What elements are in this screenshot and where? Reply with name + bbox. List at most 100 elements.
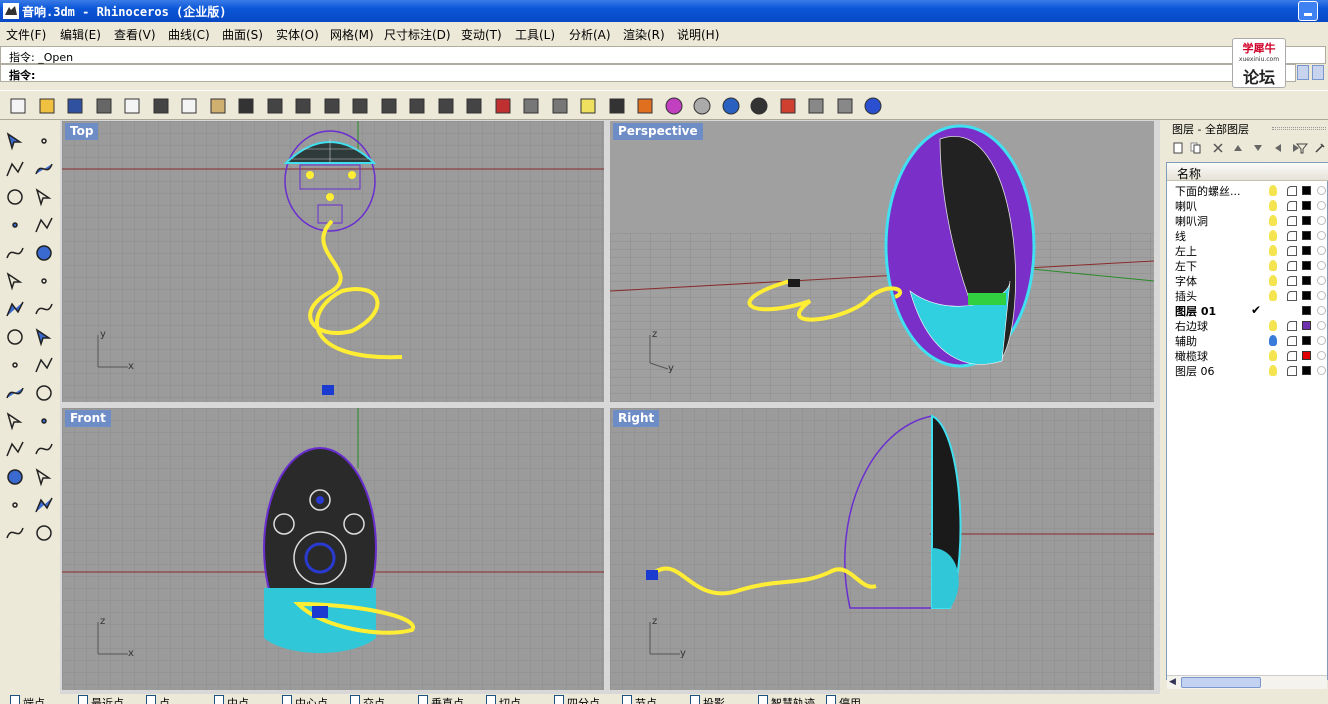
rhino-app-icon[interactable] (3, 3, 19, 19)
viewport-right[interactable]: z y Right (610, 408, 1154, 690)
material-circle-icon[interactable] (1317, 261, 1326, 270)
osnap-checkbox[interactable] (758, 695, 768, 704)
select-arrow-icon[interactable] (4, 130, 26, 152)
light-bulb-icon[interactable] (1269, 230, 1277, 241)
osnap-5[interactable]: 交点 (350, 695, 385, 704)
zoom-selected-icon[interactable] (407, 96, 427, 116)
menu-item-3[interactable]: 曲线(C) (168, 26, 210, 43)
sphere-icon[interactable] (33, 298, 55, 320)
osnap-checkbox[interactable] (418, 695, 428, 704)
open-icon[interactable] (37, 96, 57, 116)
layer-color-swatch[interactable] (1302, 246, 1311, 255)
zoom-extents-icon[interactable] (379, 96, 399, 116)
layer-row[interactable]: 辅助 (1167, 333, 1328, 348)
rotate-3d-icon[interactable] (4, 438, 26, 460)
ellipse-icon[interactable] (33, 186, 55, 208)
select-icon[interactable] (835, 96, 855, 116)
arc-icon[interactable] (4, 214, 26, 236)
osnap-12[interactable]: 停用 (826, 695, 861, 704)
lock-icon[interactable] (1287, 186, 1297, 196)
rectangle-icon[interactable] (33, 214, 55, 236)
viewport-label-top[interactable]: Top (65, 123, 99, 140)
command-scroll-button[interactable] (1312, 65, 1324, 80)
pan-icon[interactable] (265, 96, 285, 116)
menu-item-9[interactable]: 工具(L) (515, 26, 555, 43)
grid-plane-icon[interactable] (521, 96, 541, 116)
layer-row[interactable]: 插头 (1167, 288, 1328, 303)
join-icon[interactable] (33, 382, 55, 404)
osnap-3[interactable]: 中点 (214, 695, 249, 704)
paste-icon[interactable] (208, 96, 228, 116)
command-line[interactable]: 指令: (0, 64, 1296, 82)
layer-color-swatch[interactable] (1302, 276, 1311, 285)
light-bulb-icon[interactable] (578, 96, 598, 116)
help-icon[interactable] (863, 96, 883, 116)
lock-icon[interactable] (1287, 336, 1297, 346)
material-circle-icon[interactable] (1317, 291, 1326, 300)
print-icon[interactable] (94, 96, 114, 116)
layer-color-swatch[interactable] (1302, 216, 1311, 225)
mirror-icon[interactable] (33, 494, 55, 516)
zoom-dynamic-icon[interactable] (322, 96, 342, 116)
menu-item-12[interactable]: 说明(H) (677, 26, 719, 43)
cylinder-icon[interactable] (4, 326, 26, 348)
delete-layer-icon[interactable] (1212, 142, 1224, 154)
layer-icon[interactable] (635, 96, 655, 116)
car-icon[interactable] (493, 96, 513, 116)
new-sublayer-icon[interactable] (1190, 142, 1202, 154)
minimize-button[interactable] (1298, 1, 1318, 21)
light-bulb-icon[interactable] (1269, 185, 1277, 196)
material-circle-icon[interactable] (1317, 366, 1326, 375)
light-bulb-icon[interactable] (1269, 260, 1277, 271)
layer-name[interactable]: 下面的螺丝... (1175, 183, 1241, 199)
split-icon[interactable] (4, 382, 26, 404)
osnap-checkbox[interactable] (282, 695, 292, 704)
menu-item-5[interactable]: 实体(O) (276, 26, 319, 43)
layer-row[interactable]: 字体 (1167, 273, 1328, 288)
material-circle-icon[interactable] (1317, 231, 1326, 240)
point-icon[interactable] (33, 130, 55, 152)
layer-color-swatch[interactable] (1302, 306, 1311, 315)
shaded-sphere-icon[interactable] (749, 96, 769, 116)
surface-corner-icon[interactable] (4, 270, 26, 292)
scroll-left-icon[interactable]: ◀ (1169, 677, 1176, 687)
four-viewports-icon[interactable] (464, 96, 484, 116)
layer-row[interactable]: 下面的螺丝... (1167, 183, 1328, 198)
material-circle-icon[interactable] (1317, 321, 1326, 330)
lock-icon[interactable] (1287, 351, 1297, 361)
osnap-6[interactable]: 垂直点 (418, 695, 464, 704)
viewport-label-perspective[interactable]: Perspective (613, 123, 703, 140)
scale-icon[interactable] (33, 466, 55, 488)
layer-name[interactable]: 左下 (1175, 258, 1197, 274)
material-circle-icon[interactable] (1317, 336, 1326, 345)
osnap-1[interactable]: 最近点 (78, 695, 124, 704)
layer-name[interactable]: 橄榄球 (1175, 348, 1208, 364)
lock-icon[interactable] (1287, 276, 1297, 286)
scroll-thumb[interactable] (1181, 677, 1261, 688)
osnap-checkbox[interactable] (10, 695, 20, 704)
layer-name[interactable]: 图层 06 (1175, 363, 1215, 379)
box-icon[interactable] (4, 298, 26, 320)
block-icon[interactable] (4, 522, 26, 544)
osnap-checkbox[interactable] (78, 695, 88, 704)
filter-icon[interactable] (1296, 142, 1308, 154)
light-bulb-icon[interactable] (1269, 320, 1277, 331)
osnap-10[interactable]: 投影 (690, 695, 725, 704)
new-icon[interactable] (8, 96, 28, 116)
layer-row[interactable]: 喇叭洞 (1167, 213, 1328, 228)
layer-color-swatch[interactable] (1302, 201, 1311, 210)
rotate-view-icon[interactable] (293, 96, 313, 116)
panel-grip[interactable] (1272, 127, 1326, 130)
osnap-checkbox[interactable] (486, 695, 496, 704)
layer-name[interactable]: 线 (1175, 228, 1186, 244)
menu-item-7[interactable]: 尺寸标注(D) (384, 26, 451, 43)
settings-gear-icon[interactable] (806, 96, 826, 116)
layer-row[interactable]: 图层 01 ✔ (1167, 303, 1328, 318)
light-bulb-icon[interactable] (1269, 335, 1277, 346)
layer-row[interactable]: 图层 06 (1167, 363, 1328, 378)
move-up-icon[interactable] (1232, 142, 1244, 154)
color-wheel-icon[interactable] (664, 96, 684, 116)
menu-item-8[interactable]: 变动(T) (461, 26, 502, 43)
menu-item-0[interactable]: 文件(F) (6, 26, 46, 43)
layer-name[interactable]: 辅助 (1175, 333, 1197, 349)
